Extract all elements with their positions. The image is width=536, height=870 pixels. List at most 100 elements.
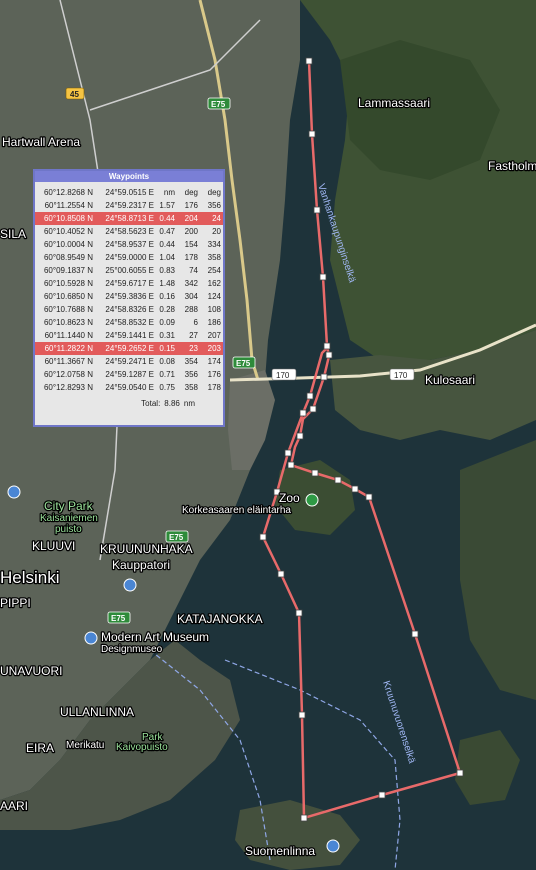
waypoint-nm: 0.16 — [159, 292, 175, 301]
label-designmuseo: Designmuseo — [101, 644, 163, 655]
road-shield-e75-a-text: E75 — [211, 100, 226, 109]
waypoint-row[interactable]: 60°08.9549 N 24°59.0000 E 1.04 178 358 — [35, 251, 223, 264]
waypoint-row[interactable]: 60°11.2554 N 24°59.2317 E 1.57 176 356 — [35, 199, 223, 212]
place-marker-icon[interactable] — [7, 485, 21, 499]
waypoint-deg2: 174 — [207, 357, 221, 366]
label-city-park: City Park — [44, 499, 94, 513]
route-node[interactable] — [456, 769, 464, 777]
label-eira: EIRA — [26, 741, 54, 755]
label-kaivopuisto: Kaivopuisto — [116, 742, 168, 753]
road-shield-e75-b-text: E75 — [236, 359, 251, 368]
waypoint-deg2: 254 — [207, 266, 221, 275]
route-node[interactable] — [284, 449, 292, 457]
waypoint-nm: 1.57 — [159, 201, 175, 210]
waypoint-deg2: 176 — [207, 370, 221, 379]
route-node[interactable] — [319, 273, 327, 281]
road-shield-e75-d-text: E75 — [111, 614, 126, 623]
route-node[interactable] — [287, 461, 295, 469]
waypoint-lon: 24°59.0000 E — [105, 253, 154, 262]
route-node[interactable] — [325, 351, 333, 359]
route-node[interactable] — [277, 570, 285, 578]
waypoint-row[interactable]: 60°10.7688 N 24°58.8326 E 0.28 288 108 — [35, 303, 223, 316]
waypoint-row[interactable]: 60°12.8293 N 24°59.0540 E 0.75 358 178 — [35, 381, 223, 394]
waypoint-deg1: 354 — [184, 357, 198, 366]
road-shield-e75-c-text: E75 — [169, 533, 184, 542]
route-node[interactable] — [295, 609, 303, 617]
waypoint-lat: 60°09.1837 N — [43, 266, 93, 275]
waypoint-deg1: 178 — [184, 253, 198, 262]
waypoint-lon: 24°58.5623 E — [105, 227, 154, 236]
waypoint-row[interactable]: 60°10.5928 N 24°59.6717 E 1.48 342 162 — [35, 277, 223, 290]
total-value: 8.86 — [164, 399, 180, 408]
waypoint-row[interactable]: 60°09.1837 N 25°00.6055 E 0.83 74 254 — [35, 264, 223, 277]
waypoint-row[interactable]: 60°10.0004 N 24°58.9537 E 0.44 154 334 — [35, 238, 223, 251]
waypoint-deg1: 154 — [184, 240, 198, 249]
waypoint-row[interactable]: 60°11.2822 N 24°59.2652 E 0.15 23 203 — [35, 342, 223, 355]
label-helsinki: Helsinki — [0, 568, 60, 587]
route-node[interactable] — [365, 493, 373, 501]
waypoint-lon: 24°59.6717 E — [105, 279, 154, 288]
waypoint-row[interactable]: 60°11.3667 N 24°59.2471 E 0.08 354 174 — [35, 355, 223, 368]
route-node[interactable] — [323, 342, 331, 350]
route-node[interactable] — [308, 130, 316, 138]
route-node[interactable] — [296, 432, 304, 440]
waypoint-lon: 25°00.6055 E — [105, 266, 154, 275]
waypoints-panel[interactable]: Waypoints 60°12.8268 N 24°59.0515 E nm d… — [33, 169, 225, 427]
waypoint-deg1: 74 — [189, 266, 198, 275]
route-node[interactable] — [306, 392, 314, 400]
waypoint-deg2: 358 — [207, 253, 221, 262]
route-node[interactable] — [378, 791, 386, 799]
waypoint-deg2: 20 — [212, 227, 221, 236]
label-katajanokka: KATAJANOKKA — [177, 612, 263, 626]
route-node[interactable] — [313, 206, 321, 214]
map-canvas[interactable]: Lammassaari Fastholm Hartwall Arena Vanh… — [0, 0, 536, 870]
label-kruununhaka: KRUUNUNHAKA — [100, 542, 193, 556]
route-node[interactable] — [311, 469, 319, 477]
waypoint-row[interactable]: 60°11.1440 N 24°59.1441 E 0.31 27 207 — [35, 329, 223, 342]
route-node[interactable] — [320, 373, 328, 381]
route-node[interactable] — [259, 533, 267, 541]
waypoint-lon: 24°59.1287 E — [105, 370, 154, 379]
route-node[interactable] — [300, 814, 308, 822]
road-shield-e75-c: E75 — [165, 530, 189, 543]
waypoint-lon: 24°59.1441 E — [105, 331, 154, 340]
waypoint-row[interactable]: 60°10.6850 N 24°59.3836 E 0.16 304 124 — [35, 290, 223, 303]
waypoint-lat: 60°08.9549 N — [43, 253, 93, 262]
attraction-icon[interactable] — [326, 839, 340, 853]
waypoint-row[interactable]: 60°10.4052 N 24°58.5623 E 0.47 200 20 — [35, 225, 223, 238]
label-puisto: puisto — [55, 524, 82, 535]
header-deg: deg — [184, 188, 198, 197]
road-number-170-b: 170 — [389, 368, 415, 381]
waypoint-lat: 60°10.8623 N — [43, 318, 93, 327]
shopping-cart-icon[interactable] — [123, 578, 137, 592]
label-hartwall-arena: Hartwall Arena — [2, 135, 80, 149]
route-node[interactable] — [298, 711, 306, 719]
zoo-paw-icon[interactable] — [305, 493, 319, 507]
waypoint-row[interactable]: 60°12.0758 N 24°59.1287 E 0.71 356 176 — [35, 368, 223, 381]
waypoints-panel-title[interactable]: Waypoints — [35, 171, 223, 182]
route-node[interactable] — [334, 476, 342, 484]
waypoint-lon: 24°58.8326 E — [105, 305, 154, 314]
road-number-170-a: 170 — [271, 368, 297, 381]
museum-icon[interactable] — [84, 631, 98, 645]
route-node[interactable] — [351, 485, 359, 493]
label-lammassaari: Lammassaari — [358, 96, 430, 110]
total-unit: nm — [183, 399, 195, 408]
route-node[interactable] — [299, 409, 307, 417]
route-node[interactable] — [305, 57, 313, 65]
waypoint-nm: 0.09 — [159, 318, 175, 327]
route-node[interactable] — [411, 630, 419, 638]
header-lon: 24°59.0515 E — [105, 188, 154, 197]
header-deg-reverse: deg — [207, 188, 221, 197]
waypoint-deg2: 162 — [207, 279, 221, 288]
waypoint-row[interactable]: 60°10.8623 N 24°58.8532 E 0.09 6 186 — [35, 316, 223, 329]
waypoint-deg2: 186 — [207, 318, 221, 327]
waypoint-nm: 0.08 — [159, 357, 175, 366]
waypoint-deg1: 288 — [184, 305, 198, 314]
waypoint-deg1: 304 — [184, 292, 198, 301]
label-sila: SILA — [0, 227, 26, 241]
waypoint-row[interactable]: 60°10.8508 N 24°58.8713 E 0.44 204 24 — [35, 212, 223, 225]
label-modern-art-museum: Modern Art Museum — [101, 630, 209, 644]
waypoint-deg2: 207 — [207, 331, 221, 340]
route-node[interactable] — [309, 405, 317, 413]
